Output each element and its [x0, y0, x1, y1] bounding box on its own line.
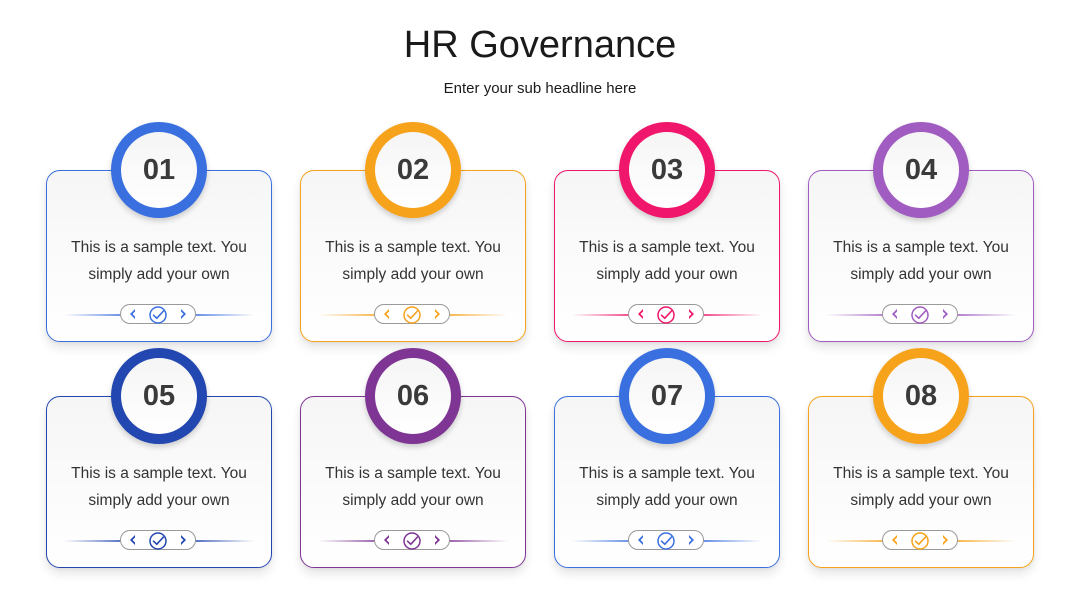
card-05: 05 This is a sample text. You simply add…: [46, 348, 274, 568]
card-number: 03: [629, 132, 705, 208]
number-badge: 05: [111, 348, 207, 444]
card-text-line1: This is a sample text. You: [833, 465, 1009, 482]
chevron-right-icon[interactable]: [685, 308, 697, 320]
chevron-right-icon[interactable]: [685, 534, 697, 546]
chevron-right-icon[interactable]: [431, 308, 443, 320]
chevron-left-icon[interactable]: [381, 308, 393, 320]
card-number: 06: [375, 358, 451, 434]
card-number: 08: [883, 358, 959, 434]
chevron-right-icon[interactable]: [431, 534, 443, 546]
card-text-line1: This is a sample text. You: [71, 465, 247, 482]
card-text: This is a sample text. You simply add yo…: [564, 460, 770, 514]
check-circle-icon[interactable]: [402, 305, 422, 325]
chevron-right-icon[interactable]: [939, 308, 951, 320]
card-controls: [64, 304, 254, 326]
card-text: This is a sample text. You simply add yo…: [56, 234, 262, 288]
card-text-line2: simply add your own: [342, 266, 484, 283]
card-controls: [318, 304, 508, 326]
number-badge: 01: [111, 122, 207, 218]
card-text: This is a sample text. You simply add yo…: [818, 460, 1024, 514]
card-text: This is a sample text. You simply add yo…: [56, 460, 262, 514]
card-text: This is a sample text. You simply add yo…: [310, 460, 516, 514]
control-pill[interactable]: [628, 530, 704, 550]
card-number: 04: [883, 132, 959, 208]
chevron-left-icon[interactable]: [381, 534, 393, 546]
card-text-line2: simply add your own: [850, 492, 992, 509]
card-controls: [64, 530, 254, 552]
check-circle-icon[interactable]: [148, 531, 168, 551]
card-03: 03 This is a sample text. You simply add…: [554, 122, 782, 342]
chevron-left-icon[interactable]: [635, 534, 647, 546]
check-circle-icon[interactable]: [910, 531, 930, 551]
number-badge: 08: [873, 348, 969, 444]
card-controls: [318, 530, 508, 552]
card-text-line2: simply add your own: [596, 492, 738, 509]
card-number: 02: [375, 132, 451, 208]
number-badge: 07: [619, 348, 715, 444]
card-07: 07 This is a sample text. You simply add…: [554, 348, 782, 568]
chevron-right-icon[interactable]: [177, 534, 189, 546]
number-badge: 06: [365, 348, 461, 444]
card-controls: [826, 304, 1016, 326]
chevron-left-icon[interactable]: [127, 534, 139, 546]
card-text: This is a sample text. You simply add yo…: [310, 234, 516, 288]
check-circle-icon[interactable]: [910, 305, 930, 325]
cards-grid: 01 This is a sample text. You simply add…: [0, 0, 1080, 608]
card-04: 04 This is a sample text. You simply add…: [808, 122, 1036, 342]
control-pill[interactable]: [374, 304, 450, 324]
chevron-left-icon[interactable]: [889, 308, 901, 320]
card-02: 02 This is a sample text. You simply add…: [300, 122, 528, 342]
check-circle-icon[interactable]: [402, 531, 422, 551]
card-number: 07: [629, 358, 705, 434]
number-badge: 04: [873, 122, 969, 218]
control-pill[interactable]: [374, 530, 450, 550]
check-circle-icon[interactable]: [656, 305, 676, 325]
card-controls: [826, 530, 1016, 552]
chevron-left-icon[interactable]: [889, 534, 901, 546]
card-text-line2: simply add your own: [88, 266, 230, 283]
number-badge: 02: [365, 122, 461, 218]
card-01: 01 This is a sample text. You simply add…: [46, 122, 274, 342]
card-controls: [572, 530, 762, 552]
card-text: This is a sample text. You simply add yo…: [818, 234, 1024, 288]
card-08: 08 This is a sample text. You simply add…: [808, 348, 1036, 568]
check-circle-icon[interactable]: [148, 305, 168, 325]
card-number: 05: [121, 358, 197, 434]
chevron-right-icon[interactable]: [177, 308, 189, 320]
card-controls: [572, 304, 762, 326]
control-pill[interactable]: [882, 304, 958, 324]
chevron-left-icon[interactable]: [635, 308, 647, 320]
card-text-line2: simply add your own: [850, 266, 992, 283]
card-text: This is a sample text. You simply add yo…: [564, 234, 770, 288]
card-text-line1: This is a sample text. You: [579, 239, 755, 256]
card-text-line1: This is a sample text. You: [833, 239, 1009, 256]
control-pill[interactable]: [120, 530, 196, 550]
number-badge: 03: [619, 122, 715, 218]
control-pill[interactable]: [628, 304, 704, 324]
card-text-line1: This is a sample text. You: [325, 239, 501, 256]
card-06: 06 This is a sample text. You simply add…: [300, 348, 528, 568]
card-text-line1: This is a sample text. You: [71, 239, 247, 256]
card-text-line2: simply add your own: [342, 492, 484, 509]
card-text-line1: This is a sample text. You: [325, 465, 501, 482]
card-text-line1: This is a sample text. You: [579, 465, 755, 482]
control-pill[interactable]: [882, 530, 958, 550]
card-text-line2: simply add your own: [596, 266, 738, 283]
chevron-left-icon[interactable]: [127, 308, 139, 320]
chevron-right-icon[interactable]: [939, 534, 951, 546]
card-number: 01: [121, 132, 197, 208]
control-pill[interactable]: [120, 304, 196, 324]
card-text-line2: simply add your own: [88, 492, 230, 509]
check-circle-icon[interactable]: [656, 531, 676, 551]
